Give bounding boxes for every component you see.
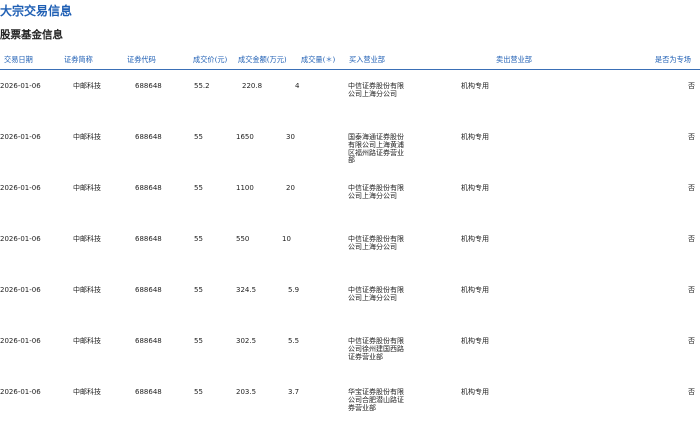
cell-volume: 10: [282, 235, 291, 243]
cell-name: 中邮科技: [73, 82, 101, 90]
cell-volume: 3.7: [288, 388, 300, 396]
cell-date: 2026-01-06: [0, 133, 41, 141]
column-header-code: 证券代码: [127, 55, 156, 64]
table-row: 2026-01-06 中邮科技 688648 55 203.5 3.7 华宝证券…: [0, 382, 700, 432]
cell-seller: 机构专用: [461, 184, 489, 192]
column-header-seller: 卖出营业部: [496, 55, 532, 64]
cell-special: 否: [688, 388, 695, 396]
cell-name: 中邮科技: [73, 286, 101, 294]
cell-buyer: 中信证券股份有限公司上海分公司: [348, 184, 404, 200]
column-header-buyer: 买入营业部: [349, 55, 385, 64]
cell-seller: 机构专用: [461, 388, 489, 396]
column-header-volume: 成交量(＊): [301, 55, 336, 64]
table-row: 2026-01-06 中邮科技 688648 55 1650 30 国泰海通证券…: [0, 127, 700, 177]
cell-buyer: 中信证券股份有限公司上海分公司: [348, 235, 404, 251]
column-header-special: 是否为专场: [655, 55, 691, 64]
cell-seller: 机构专用: [461, 286, 489, 294]
cell-price: 55: [194, 133, 203, 141]
cell-code: 688648: [135, 286, 162, 294]
cell-amount: 324.5: [236, 286, 257, 294]
table-row: 2026-01-06 中邮科技 688648 55 550 10 中信证券股份有…: [0, 229, 700, 279]
cell-volume: 5.9: [288, 286, 300, 294]
cell-name: 中邮科技: [73, 388, 101, 396]
cell-date: 2026-01-06: [0, 286, 41, 294]
cell-buyer: 中信证券股份有限公司上海分公司: [348, 286, 404, 302]
cell-special: 否: [688, 235, 695, 243]
table-header: 交易日期 证券简称 证券代码 成交价(元) 成交金额(万元) 成交量(＊) 买入…: [0, 52, 700, 70]
cell-amount: 1650: [236, 133, 254, 141]
cell-name: 中邮科技: [73, 337, 101, 345]
cell-seller: 机构专用: [461, 235, 489, 243]
cell-volume: 20: [286, 184, 295, 192]
cell-code: 688648: [135, 82, 162, 90]
cell-seller: 机构专用: [461, 133, 489, 141]
cell-buyer: 国泰海通证券股份有限公司上海黄浦区福州路证券营业部: [348, 133, 404, 165]
column-header-name: 证券简称: [64, 55, 93, 64]
cell-name: 中邮科技: [73, 133, 101, 141]
cell-date: 2026-01-06: [0, 82, 41, 90]
table-row: 2026-01-06 中邮科技 688648 55.2 220.8 4 中信证券…: [0, 76, 700, 126]
cell-special: 否: [688, 286, 695, 294]
cell-date: 2026-01-06: [0, 184, 41, 192]
cell-price: 55: [194, 286, 203, 294]
table-row: 2026-01-06 中邮科技 688648 55 1100 20 中信证券股份…: [0, 178, 700, 228]
cell-seller: 机构专用: [461, 337, 489, 345]
cell-amount: 220.8: [242, 82, 263, 90]
cell-buyer: 中信证券股份有限公司上海分公司: [348, 82, 404, 98]
column-header-price: 成交价(元): [193, 55, 228, 64]
cell-amount: 302.5: [236, 337, 257, 345]
cell-date: 2026-01-06: [0, 388, 41, 396]
cell-volume: 4: [295, 82, 300, 90]
cell-name: 中邮科技: [73, 184, 101, 192]
column-header-amount: 成交金额(万元): [238, 55, 287, 64]
cell-volume: 5.5: [288, 337, 300, 345]
section-title: 股票基金信息: [0, 29, 63, 41]
cell-date: 2026-01-06: [0, 337, 41, 345]
cell-special: 否: [688, 133, 695, 141]
cell-seller: 机构专用: [461, 82, 489, 90]
cell-buyer: 华宝证券股份有限公司合肥潜山路证券营业部: [348, 388, 404, 412]
cell-amount: 203.5: [236, 388, 257, 396]
table-row: 2026-01-06 中邮科技 688648 55 302.5 5.5 中信证券…: [0, 331, 700, 381]
cell-code: 688648: [135, 235, 162, 243]
cell-price: 55: [194, 235, 203, 243]
cell-price: 55: [194, 337, 203, 345]
cell-code: 688648: [135, 133, 162, 141]
column-header-date: 交易日期: [4, 55, 33, 64]
cell-price: 55: [194, 388, 203, 396]
cell-code: 688648: [135, 184, 162, 192]
cell-date: 2026-01-06: [0, 235, 41, 243]
cell-price: 55.2: [194, 82, 210, 90]
cell-amount: 1100: [236, 184, 254, 192]
cell-name: 中邮科技: [73, 235, 101, 243]
cell-volume: 30: [286, 133, 295, 141]
cell-code: 688648: [135, 388, 162, 396]
page-title: 大宗交易信息: [0, 4, 73, 18]
cell-amount: 550: [236, 235, 250, 243]
cell-special: 否: [688, 337, 695, 345]
cell-price: 55: [194, 184, 203, 192]
cell-buyer: 中信证券股份有限公司徐州建国西路证券营业部: [348, 337, 404, 361]
table-row: 2026-01-06 中邮科技 688648 55 324.5 5.9 中信证券…: [0, 280, 700, 330]
cell-code: 688648: [135, 337, 162, 345]
cell-special: 否: [688, 184, 695, 192]
cell-special: 否: [688, 82, 695, 90]
